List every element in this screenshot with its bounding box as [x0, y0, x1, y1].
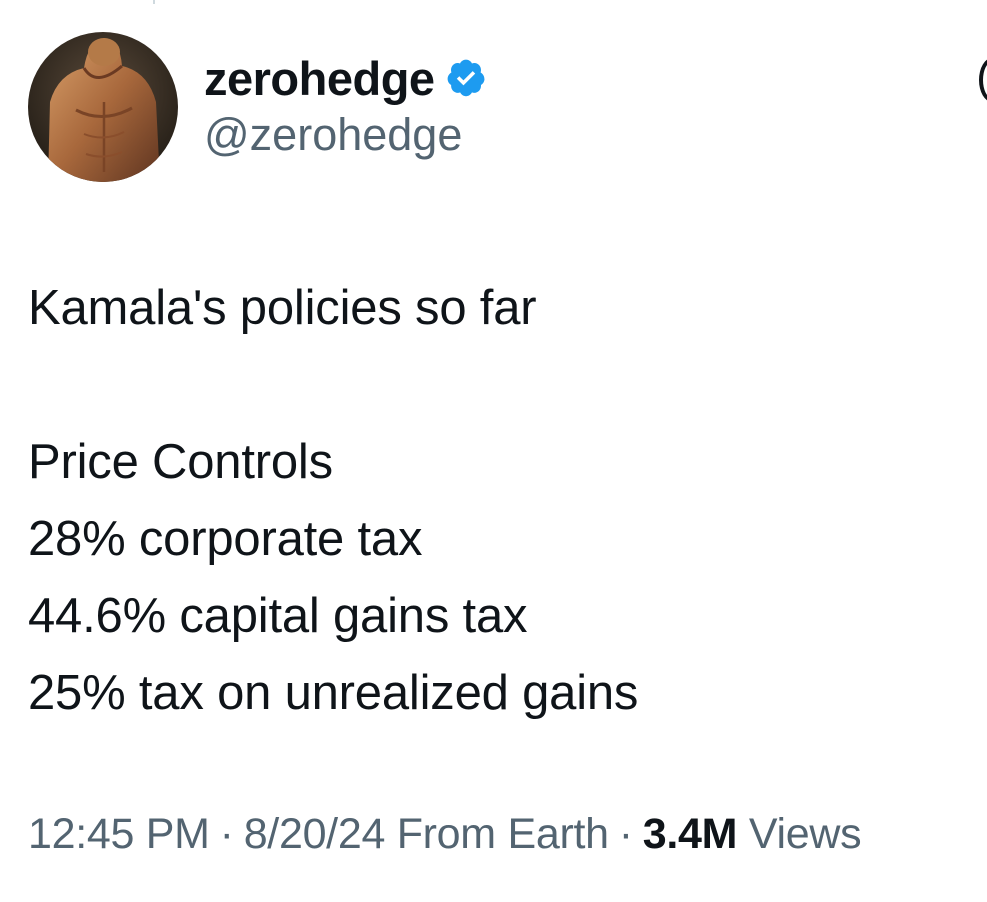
policy-item: 28% corporate tax	[28, 512, 423, 566]
author-handle[interactable]: @zerohedge	[204, 109, 487, 161]
meta-separator: ·	[618, 810, 633, 858]
views-count[interactable]: 3.4M	[643, 810, 738, 858]
display-name[interactable]: zerohedge	[204, 51, 435, 106]
tweet-date-location[interactable]: 8/20/24 From Earth	[244, 810, 609, 858]
avatar[interactable]	[28, 32, 178, 182]
more-options-icon[interactable]	[979, 58, 987, 102]
divider	[153, 0, 155, 4]
policy-item: Price Controls	[28, 435, 333, 489]
tweet-header: zerohedge @zerohedge	[28, 32, 487, 182]
tweet-body: Kamala's policies so far Price Controls …	[28, 270, 638, 732]
policy-item: 44.6% capital gains tax	[28, 589, 528, 643]
meta-separator: ·	[219, 810, 234, 858]
verified-badge-icon	[445, 57, 487, 99]
tweet-time[interactable]: 12:45 PM	[28, 810, 210, 858]
display-name-row: zerohedge	[204, 49, 487, 107]
views-label: Views	[748, 810, 862, 858]
tweet-intro: Kamala's policies so far	[28, 281, 537, 335]
policy-item: 25% tax on unrealized gains	[28, 666, 639, 720]
tweet-meta: 12:45 PM · 8/20/24 From Earth · 3.4M Views	[28, 810, 862, 859]
author-names: zerohedge @zerohedge	[204, 49, 487, 161]
